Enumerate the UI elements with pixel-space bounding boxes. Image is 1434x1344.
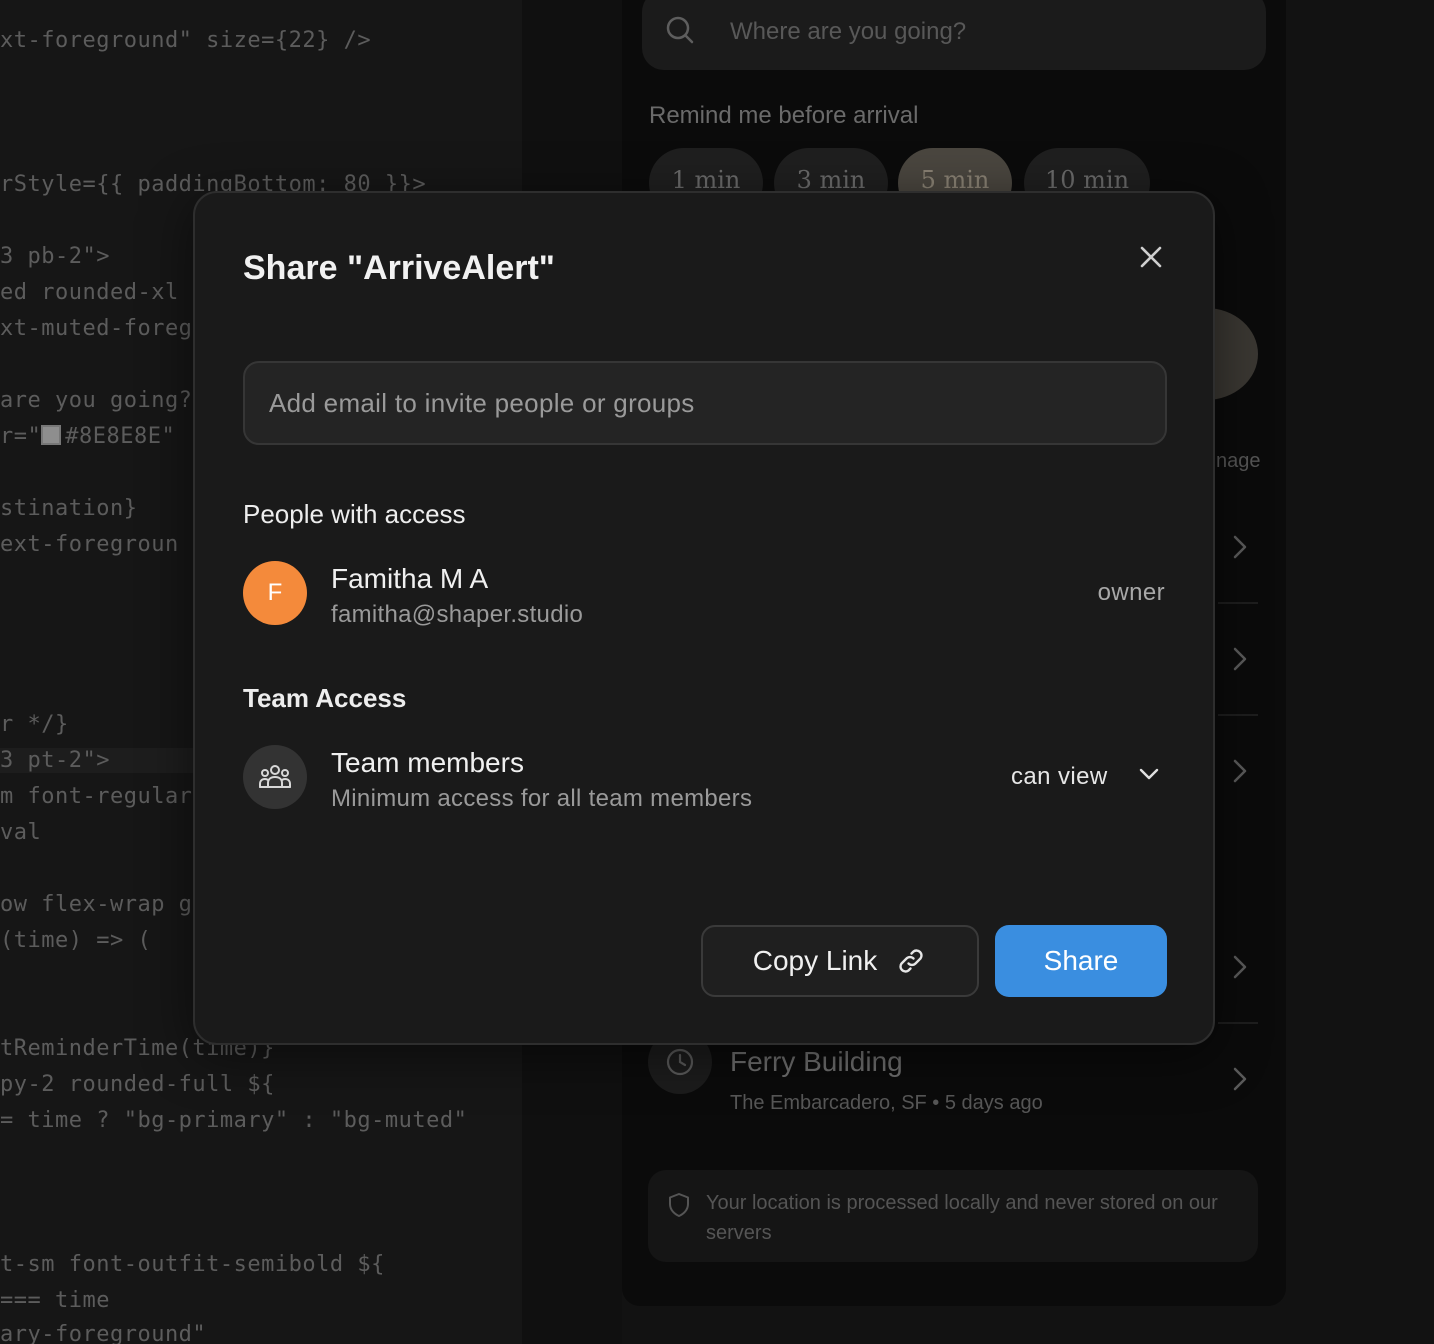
chevron-right-icon[interactable]	[1232, 646, 1248, 677]
team-name: Team members	[331, 747, 524, 778]
code-line: xt-foreground" size={22} />	[0, 28, 372, 53]
code-line: = time ? "bg-primary" : "bg-muted"	[0, 1108, 468, 1133]
code-line: r */}	[0, 712, 69, 737]
shield-icon	[668, 1192, 690, 1223]
privacy-notice-text: Your location is processed locally and n…	[706, 1192, 1218, 1244]
recent-subtitle: The Embarcadero, SF • 5 days ago	[730, 1092, 1043, 1114]
team-group-icon	[243, 745, 307, 809]
copy-link-label: Copy Link	[752, 945, 878, 976]
code-line: ow flex-wrap g	[0, 892, 193, 917]
code-line: val	[0, 820, 42, 845]
recent-title: Ferry Building	[730, 1046, 903, 1077]
code-line: ext-foregroun	[0, 532, 179, 557]
invite-email-input[interactable]	[243, 361, 1167, 445]
share-button[interactable]: Share	[995, 925, 1167, 997]
chevron-right-icon[interactable]	[1232, 758, 1248, 789]
code-line: ed rounded-xl	[0, 280, 179, 305]
code-line: === time	[0, 1288, 110, 1313]
code-line: (time) => (	[0, 928, 152, 953]
row-divider	[1218, 602, 1258, 604]
team-access-heading: Team Access	[243, 683, 407, 713]
code-text: r="	[0, 424, 42, 449]
people-with-access-heading: People with access	[243, 499, 466, 529]
chevron-right-icon[interactable]	[1232, 954, 1248, 985]
privacy-notice: Your location is processed locally and n…	[648, 1170, 1258, 1262]
row-divider	[1218, 1022, 1258, 1024]
code-line: r=" #8E8E8E"	[0, 424, 175, 449]
owner-role: owner	[1097, 579, 1165, 606]
code-line: 3 pb-2">	[0, 244, 110, 269]
destination-search[interactable]: Where are you going?	[642, 0, 1266, 70]
search-icon	[664, 14, 696, 51]
team-description: Minimum access for all team members	[331, 785, 753, 812]
close-icon	[1140, 246, 1162, 268]
team-permission-select[interactable]: can view	[1011, 763, 1108, 791]
chevron-right-icon[interactable]	[1232, 534, 1248, 565]
remind-label: Remind me before arrival	[649, 102, 919, 129]
row-divider	[1218, 714, 1258, 716]
code-line: ary-foreground"	[0, 1322, 207, 1344]
copy-link-button[interactable]: Copy Link	[701, 925, 979, 997]
code-line: t-sm font-outfit-semibold ${	[0, 1252, 385, 1277]
code-line: xt-muted-foreg	[0, 316, 193, 341]
code-line: py-2 rounded-full ${	[0, 1072, 275, 1097]
code-line: are you going?	[0, 388, 193, 413]
dialog-title: Share "ArriveAlert"	[243, 249, 555, 287]
manage-label: nage	[1216, 450, 1261, 472]
link-icon	[899, 949, 923, 973]
chevron-right-icon[interactable]	[1232, 1066, 1248, 1097]
code-line: stination}	[0, 496, 138, 521]
close-button[interactable]	[1135, 241, 1167, 273]
owner-email: famitha@shaper.studio	[331, 601, 584, 628]
color-swatch-icon	[41, 425, 62, 445]
search-placeholder: Where are you going?	[730, 18, 967, 45]
share-dialog: Share "ArriveAlert" People with access F…	[193, 191, 1215, 1045]
avatar: F	[243, 561, 307, 625]
code-line: m font-regular	[0, 784, 193, 809]
code-text: #8E8E8E"	[65, 424, 176, 449]
owner-name: Famitha M A	[331, 563, 489, 594]
chevron-down-icon[interactable]	[1139, 767, 1159, 786]
